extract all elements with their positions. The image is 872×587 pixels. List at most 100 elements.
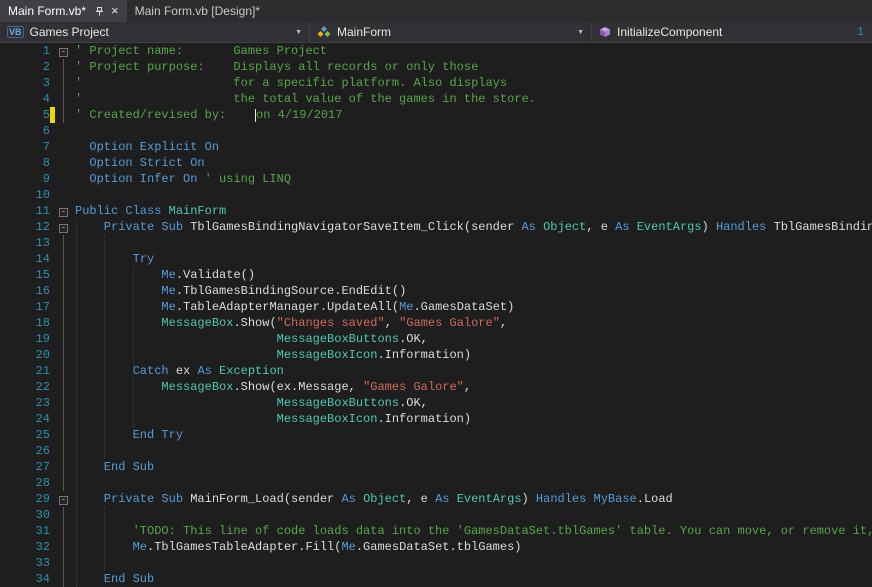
line-number[interactable]: 2 bbox=[0, 59, 50, 75]
outline-margin bbox=[55, 379, 75, 395]
code-line[interactable]: 12- Private Sub TblGamesBindingNavigator… bbox=[0, 219, 872, 235]
code-line[interactable]: 3' for a specific platform. Also display… bbox=[0, 75, 872, 91]
line-number[interactable]: 13 bbox=[0, 235, 50, 251]
code-text: Private Sub TblGamesBindingNavigatorSave… bbox=[75, 219, 872, 235]
code-text: Me.Validate() bbox=[75, 267, 872, 283]
line-number[interactable]: 30 bbox=[0, 507, 50, 523]
line-number[interactable]: 16 bbox=[0, 283, 50, 299]
code-line[interactable]: 29- Private Sub MainForm_Load(sender As … bbox=[0, 491, 872, 507]
code-text: Try bbox=[75, 251, 872, 267]
code-line[interactable]: 10 bbox=[0, 187, 872, 203]
code-text: Option Strict On bbox=[75, 155, 872, 171]
line-number[interactable]: 6 bbox=[0, 123, 50, 139]
code-line[interactable]: 27 End Sub bbox=[0, 459, 872, 475]
line-number[interactable]: 23 bbox=[0, 395, 50, 411]
code-text bbox=[75, 555, 872, 571]
line-number[interactable]: 7 bbox=[0, 139, 50, 155]
collapse-toggle-icon[interactable]: - bbox=[55, 491, 75, 507]
code-line[interactable]: 16 Me.TblGamesBindingSource.EndEdit() bbox=[0, 283, 872, 299]
code-line[interactable]: 17 Me.TableAdapterManager.UpdateAll(Me.G… bbox=[0, 299, 872, 315]
line-number[interactable]: 28 bbox=[0, 475, 50, 491]
right-edge-line-marker: 1 bbox=[857, 25, 864, 39]
line-number[interactable]: 34 bbox=[0, 571, 50, 587]
tab-main-form-design[interactable]: Main Form.vb [Design]* bbox=[127, 0, 268, 22]
outline-margin bbox=[55, 523, 75, 539]
code-line[interactable]: 15 Me.Validate() bbox=[0, 267, 872, 283]
code-line[interactable]: 20 MessageBoxIcon.Information) bbox=[0, 347, 872, 363]
line-number[interactable]: 10 bbox=[0, 187, 50, 203]
line-number[interactable]: 24 bbox=[0, 411, 50, 427]
code-line[interactable]: 7 Option Explicit On bbox=[0, 139, 872, 155]
line-number[interactable]: 1 bbox=[0, 43, 50, 59]
line-number[interactable]: 5 bbox=[0, 107, 50, 123]
pin-icon[interactable] bbox=[94, 6, 105, 17]
code-line[interactable]: 8 Option Strict On bbox=[0, 155, 872, 171]
code-text bbox=[75, 235, 872, 251]
line-number[interactable]: 14 bbox=[0, 251, 50, 267]
class-dropdown[interactable]: MainForm ▼ bbox=[310, 22, 592, 42]
line-number[interactable]: 33 bbox=[0, 555, 50, 571]
line-number[interactable]: 18 bbox=[0, 315, 50, 331]
collapse-toggle-icon[interactable]: - bbox=[55, 43, 75, 59]
code-line[interactable]: 4' the total value of the games in the s… bbox=[0, 91, 872, 107]
collapse-toggle-icon[interactable]: - bbox=[55, 219, 75, 235]
line-number[interactable]: 22 bbox=[0, 379, 50, 395]
line-number[interactable]: 12 bbox=[0, 219, 50, 235]
line-number[interactable]: 11 bbox=[0, 203, 50, 219]
line-number[interactable]: 15 bbox=[0, 267, 50, 283]
code-line[interactable]: 32 Me.TblGamesTableAdapter.Fill(Me.Games… bbox=[0, 539, 872, 555]
code-line[interactable]: 19 MessageBoxButtons.OK, bbox=[0, 331, 872, 347]
code-text: MessageBoxIcon.Information) bbox=[75, 347, 872, 363]
line-number[interactable]: 32 bbox=[0, 539, 50, 555]
line-number[interactable]: 17 bbox=[0, 299, 50, 315]
project-dropdown[interactable]: VB Games Project ▼ bbox=[0, 22, 310, 42]
code-line[interactable]: 21 Catch ex As Exception bbox=[0, 363, 872, 379]
code-editor[interactable]: 1-' Project name: Games Project2' Projec… bbox=[0, 43, 872, 587]
line-number[interactable]: 31 bbox=[0, 523, 50, 539]
code-line[interactable]: 6 bbox=[0, 123, 872, 139]
code-line[interactable]: 9 Option Infer On ' using LINQ bbox=[0, 171, 872, 187]
code-text: Catch ex As Exception bbox=[75, 363, 872, 379]
outline-margin bbox=[55, 155, 75, 171]
code-line[interactable]: 2' Project purpose: Displays all records… bbox=[0, 59, 872, 75]
line-number[interactable]: 21 bbox=[0, 363, 50, 379]
code-line[interactable]: 18 MessageBox.Show("Changes saved", "Gam… bbox=[0, 315, 872, 331]
line-number[interactable]: 29 bbox=[0, 491, 50, 507]
line-number[interactable]: 9 bbox=[0, 171, 50, 187]
outline-margin bbox=[55, 411, 75, 427]
code-text: End Try bbox=[75, 427, 872, 443]
code-line[interactable]: 14 Try bbox=[0, 251, 872, 267]
line-number[interactable]: 19 bbox=[0, 331, 50, 347]
code-line[interactable]: 13 bbox=[0, 235, 872, 251]
code-line[interactable]: 22 MessageBox.Show(ex.Message, "Games Ga… bbox=[0, 379, 872, 395]
line-number[interactable]: 26 bbox=[0, 443, 50, 459]
code-text: End Sub bbox=[75, 459, 872, 475]
code-line[interactable]: 34 End Sub bbox=[0, 571, 872, 587]
code-line[interactable]: 24 MessageBoxIcon.Information) bbox=[0, 411, 872, 427]
tab-main-form-code[interactable]: Main Form.vb* × bbox=[0, 0, 127, 22]
close-icon[interactable]: × bbox=[111, 5, 119, 17]
outline-margin bbox=[55, 171, 75, 187]
code-line[interactable]: 26 bbox=[0, 443, 872, 459]
line-number[interactable]: 8 bbox=[0, 155, 50, 171]
code-line[interactable]: 33 bbox=[0, 555, 872, 571]
collapse-toggle-icon[interactable]: - bbox=[55, 203, 75, 219]
code-line[interactable]: 30 bbox=[0, 507, 872, 523]
outline-margin bbox=[55, 299, 75, 315]
method-dropdown[interactable]: InitializeComponent bbox=[592, 22, 872, 42]
code-line[interactable]: 31 'TODO: This line of code loads data i… bbox=[0, 523, 872, 539]
line-number[interactable]: 3 bbox=[0, 75, 50, 91]
code-line[interactable]: 28 bbox=[0, 475, 872, 491]
code-line[interactable]: 1-' Project name: Games Project bbox=[0, 43, 872, 59]
line-number[interactable]: 25 bbox=[0, 427, 50, 443]
code-line[interactable]: 25 End Try bbox=[0, 427, 872, 443]
code-text: Public Class MainForm bbox=[75, 203, 872, 219]
outline-margin bbox=[55, 123, 75, 139]
line-number[interactable]: 20 bbox=[0, 347, 50, 363]
line-number[interactable]: 27 bbox=[0, 459, 50, 475]
code-line[interactable]: 11-Public Class MainForm bbox=[0, 203, 872, 219]
code-line[interactable]: 5' Created/revised by: on 4/19/2017 bbox=[0, 107, 872, 123]
code-text bbox=[75, 187, 872, 203]
line-number[interactable]: 4 bbox=[0, 91, 50, 107]
code-line[interactable]: 23 MessageBoxButtons.OK, bbox=[0, 395, 872, 411]
